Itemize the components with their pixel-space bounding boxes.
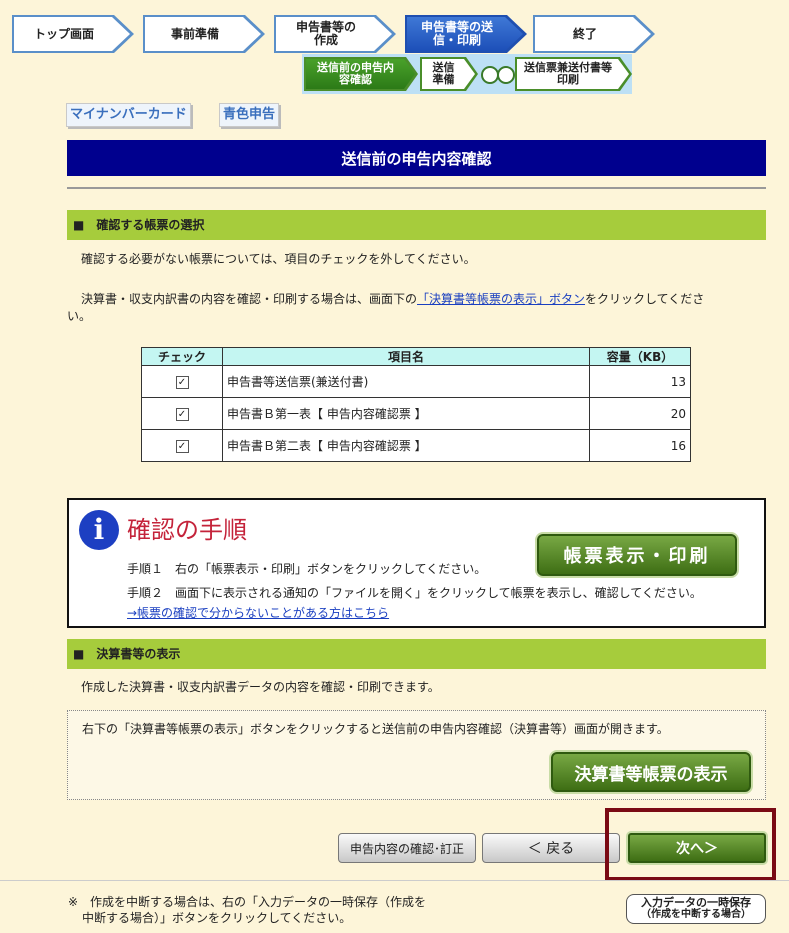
procedure-help-link[interactable]: →帳票の確認で分からないことがある方はこちら [127,604,389,621]
tag-blue-return: 青色申告 [219,103,280,127]
substep-prepare: 送信準備 [420,57,478,91]
substep-confirm: 送信前の申告内容確認 [304,57,418,91]
row-checkbox[interactable]: ✓ [175,440,189,453]
footer-divider [0,880,789,881]
show-statement-link[interactable]: 「決算書等帳票の表示」ボタン [417,292,585,306]
show-statements-button[interactable]: 決算書等帳票の表示 [551,752,751,792]
row-checkbox[interactable]: ✓ [175,376,189,389]
section-form-selection-heading: ■ 確認する帳票の選択 [67,210,766,240]
row-checkbox[interactable]: ✓ [175,408,189,421]
step-send-print: 申告書等の送信・印刷 [405,15,527,53]
substep-print: 送信票兼送付書等印刷 [515,57,632,91]
col-size: 容量（KB） [589,347,691,366]
table-row: ✓ 申告書等送信票(兼送付書) 13 [141,365,691,398]
row-name: 申告書Ｂ第二表【 申告内容確認票 】 [222,429,590,462]
table-header: チェック 項目名 容量（KB） [141,347,691,366]
procedure-title: 確認の手順 [127,516,247,544]
footer-note-line2: 中断する場合）」ボタンをクリックしてください。 [82,911,352,925]
row-name: 申告書Ｂ第一表【 申告内容確認票 】 [222,397,590,430]
title-divider [67,187,766,189]
step-create: 申告書等の作成 [274,15,396,53]
step-top: トップ画面 [12,15,134,53]
procedure-step2: 手順２ 画面下に表示される通知の「ファイルを開く」をクリックして帳票を表示し、確… [127,586,702,600]
temp-save-button[interactable]: 入力データの一時保存 （作成を中断する場合） [626,894,766,924]
print-instruction-wrap: い。 [67,309,92,323]
statements-box-text: 右下の「決算書等帳票の表示」ボタンをクリックすると送信前の申告内容確認（決算書等… [82,722,669,736]
step-preparation: 事前準備 [143,15,265,53]
print-instruction: 決算書・収支内訳書の内容を確認・印刷する場合は、画面下の「決算書等帳票の表示」ボ… [81,292,705,306]
back-button[interactable]: ＜ 戻る [482,833,620,863]
form-selection-note: 確認する必要がない帳票については、項目のチェックを外してください。 [81,252,476,266]
forms-table: チェック 項目名 容量（KB） ✓ 申告書等送信票(兼送付書) 13 ✓ 申告書… [141,347,691,462]
col-item: 項目名 [222,347,590,366]
substep-dot-2 [497,66,515,84]
temp-save-line1: 入力データの一時保存 [641,896,751,909]
col-check: チェック [141,347,223,366]
confirm-correct-button[interactable]: 申告内容の確認･訂正 [338,833,476,863]
step-finish: 終了 [533,15,655,53]
tag-mynumber-card: マイナンバーカード [66,103,191,127]
row-size: 13 [589,365,691,398]
table-row: ✓ 申告書Ｂ第一表【 申告内容確認票 】 20 [141,397,691,430]
row-name: 申告書等送信票(兼送付書) [222,365,590,398]
info-icon: i [79,510,119,550]
page-title: 送信前の申告内容確認 [67,140,766,176]
row-size: 16 [589,429,691,462]
table-row: ✓ 申告書Ｂ第二表【 申告内容確認票 】 16 [141,429,691,462]
section-statements-heading: ■ 決算書等の表示 [67,639,766,669]
temp-save-line2: （作成を中断する場合） [641,909,751,920]
footer-note-line1: ※ 作成を中断する場合は、右の「入力データの一時保存（作成を [68,895,427,909]
step-create-label: 申告書等の作成 [295,20,356,47]
statements-note: 作成した決算書・収支内訳書データの内容を確認・印刷できます。 [81,680,440,694]
next-button[interactable]: 次へ＞ [628,833,766,863]
procedure-step1: 手順１ 右の「帳票表示・印刷」ボタンをクリックしてください。 [127,562,487,576]
step-send-label: 申告書等の送信・印刷 [421,20,494,47]
row-size: 20 [589,397,691,430]
show-print-forms-button[interactable]: 帳票表示・印刷 [537,534,737,576]
